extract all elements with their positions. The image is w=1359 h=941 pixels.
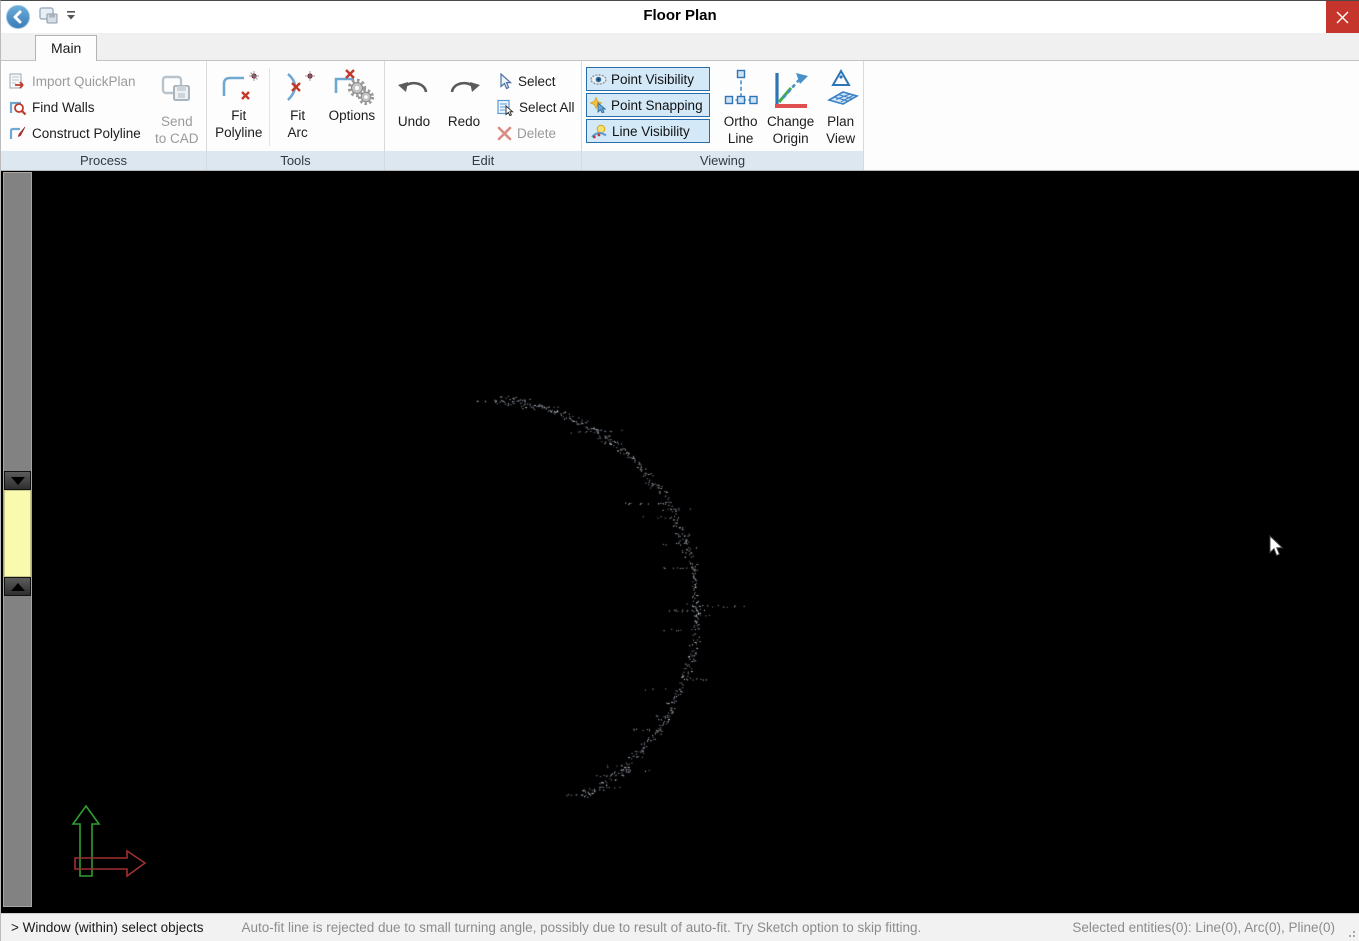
status-bar: > Window (within) select objects Auto-fi…	[1, 913, 1359, 941]
ribbon-tab-row: Main	[1, 33, 1359, 61]
options-icon	[328, 67, 376, 107]
fit-polyline-button[interactable]: Fit Polyline	[211, 64, 267, 150]
drawing-canvas-area[interactable]	[1, 171, 1359, 913]
send-to-cad-icon	[160, 74, 194, 106]
find-walls-icon	[9, 99, 27, 116]
change-origin-icon	[769, 68, 813, 112]
redo-icon	[445, 76, 483, 104]
plan-view-button[interactable]: Plan View	[816, 64, 866, 150]
construct-polyline-button[interactable]: Construct Polyline	[5, 120, 145, 146]
point-visibility-icon	[590, 72, 607, 87]
import-quickplan-button[interactable]: Import QuickPlan	[5, 68, 145, 94]
point-cloud-canvas[interactable]	[1, 171, 1359, 913]
delete-icon	[497, 126, 512, 141]
tab-main[interactable]: Main	[35, 35, 97, 61]
ribbon-group-process: Import QuickPlan Find Walls	[1, 61, 207, 170]
fit-polyline-icon	[216, 68, 262, 106]
find-walls-button[interactable]: Find Walls	[5, 94, 145, 120]
group-label-tools: Tools	[207, 151, 384, 170]
title-bar: Floor Plan	[1, 1, 1359, 33]
ortho-line-icon	[723, 68, 759, 112]
plan-view-icon	[821, 68, 861, 112]
slider-range-highlight[interactable]	[4, 490, 31, 577]
resize-grip-icon[interactable]	[1345, 927, 1357, 939]
ribbon-group-edit: Undo Redo	[385, 61, 582, 170]
import-quickplan-icon	[9, 73, 27, 90]
construct-polyline-icon	[9, 125, 27, 142]
ribbon-group-viewing: Point Visibility Point Snapping	[582, 61, 864, 170]
select-icon	[497, 73, 513, 90]
group-label-edit: Edit	[385, 151, 581, 170]
group-inner-separator	[269, 68, 270, 146]
elevation-slider[interactable]	[4, 471, 31, 596]
point-visibility-toggle[interactable]: Point Visibility	[586, 67, 710, 91]
selection-summary: Selected entities(0): Line(0), Arc(0), P…	[1072, 920, 1335, 935]
group-label-viewing: Viewing	[582, 151, 863, 170]
delete-button[interactable]: Delete	[493, 120, 579, 146]
fit-arc-button[interactable]: Fit Arc	[271, 64, 323, 150]
point-snapping-icon	[590, 97, 607, 113]
group-label-process: Process	[1, 151, 206, 170]
triangle-down-icon	[11, 477, 25, 485]
undo-icon	[395, 76, 433, 104]
select-all-button[interactable]: Select All	[493, 94, 579, 120]
ucs-axis-indicator	[69, 804, 149, 886]
ribbon-empty-space	[864, 61, 1359, 170]
slider-down-button[interactable]	[4, 471, 31, 490]
fit-arc-icon	[276, 68, 320, 106]
triangle-up-icon	[11, 583, 25, 591]
redo-button[interactable]: Redo	[439, 64, 489, 150]
command-prompt-text: > Window (within) select objects	[11, 920, 203, 935]
status-message: Auto-fit line is rejected due to small t…	[241, 920, 921, 935]
ribbon-group-tools: Fit Polyline Fit Arc	[207, 61, 385, 170]
line-visibility-toggle[interactable]: Line Visibility	[586, 119, 710, 143]
select-button[interactable]: Select	[493, 68, 579, 94]
send-to-cad-button[interactable]: Send to CAD	[149, 64, 205, 150]
line-visibility-icon	[590, 124, 608, 139]
app-window: Floor Plan Main Import	[0, 0, 1359, 941]
ribbon: Import QuickPlan Find Walls	[1, 61, 1359, 171]
point-snapping-toggle[interactable]: Point Snapping	[586, 93, 710, 117]
close-icon	[1336, 11, 1349, 24]
undo-button[interactable]: Undo	[389, 64, 439, 150]
ortho-line-button[interactable]: Ortho Line	[716, 64, 766, 150]
slider-up-button[interactable]	[4, 577, 31, 596]
window-title: Floor Plan	[1, 7, 1359, 24]
close-button[interactable]	[1326, 1, 1359, 33]
select-all-icon	[497, 99, 514, 116]
options-button[interactable]: Options	[324, 64, 380, 150]
mouse-cursor	[1269, 535, 1284, 557]
change-origin-button[interactable]: Change Origin	[766, 64, 816, 150]
